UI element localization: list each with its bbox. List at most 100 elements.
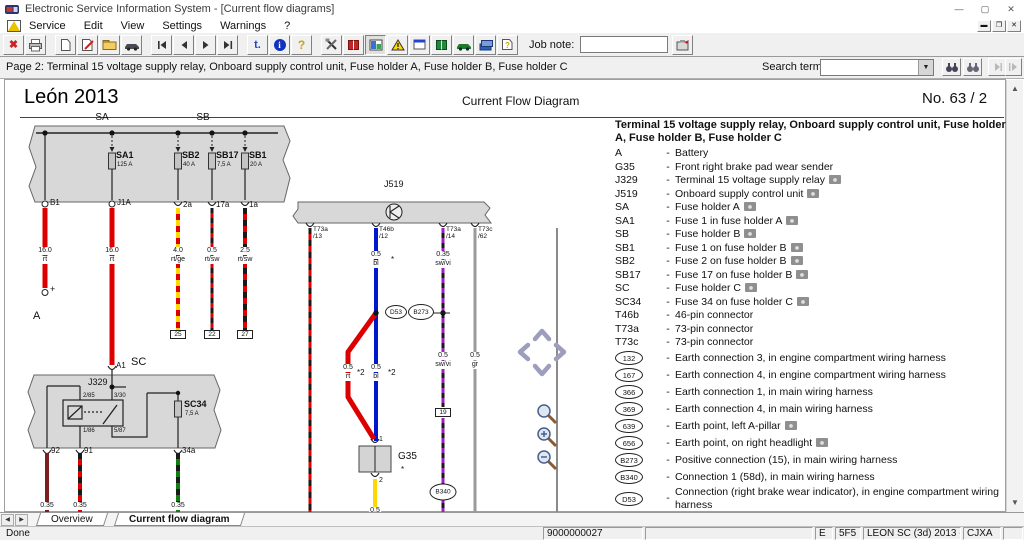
legend-desc-text: Fuse holder B <box>675 228 740 240</box>
legend-dash: - <box>661 269 675 282</box>
camera-icon[interactable] <box>796 270 808 279</box>
battery-plus: + <box>50 286 55 294</box>
legend-row: D53-Connection (right brake wear indicat… <box>615 486 1007 512</box>
legend-row: T73c-73-pin connector <box>615 336 1007 350</box>
zoom-controls[interactable] <box>538 405 556 469</box>
label-pin-1: 1 <box>379 436 383 444</box>
legend-term: SB <box>615 228 661 241</box>
legend-row: T73a-73-pin connector <box>615 323 1007 337</box>
label-connector: T73a <box>446 226 461 233</box>
earth-point-symbol: 656 <box>615 436 643 450</box>
wires-top <box>42 208 245 365</box>
label-j519: J519 <box>384 181 404 189</box>
camera-icon[interactable] <box>816 438 828 447</box>
legend-row: 656 -Earth point, on right headlight <box>615 435 1007 452</box>
legend-dash: - <box>661 296 675 309</box>
legend-desc: Fuse holder A <box>675 201 1007 214</box>
status-bar: Done 9000000027 E 5F5 LEON SC (3d) 2013 … <box>0 526 1024 540</box>
legend-desc: 46-pin connector <box>675 309 1007 322</box>
camera-icon[interactable] <box>797 297 809 306</box>
label-terminal-a1: A1 <box>116 362 126 370</box>
legend-dash: - <box>661 215 675 228</box>
legend-term: J329 <box>615 174 661 187</box>
legend-term: SB1 <box>615 242 661 255</box>
camera-icon[interactable] <box>785 421 797 430</box>
connection-symbol: D53 <box>615 492 643 506</box>
legend-desc-text: Fuse holder C <box>675 282 741 294</box>
camera-icon[interactable] <box>807 189 819 198</box>
label-connector-pin: /12 <box>379 233 388 240</box>
legend-desc-text: Earth point, left A-pillar <box>675 420 781 432</box>
legend-title: Terminal 15 voltage supply relay, Onboar… <box>615 119 1007 144</box>
legend-dash: - <box>661 255 675 268</box>
legend-dash: - <box>661 437 675 450</box>
pan-left-icon <box>520 345 528 359</box>
zoom-in-icon <box>538 428 556 446</box>
legend-desc: Fuse holder B <box>675 228 1007 241</box>
wires-bottom-left <box>47 453 178 512</box>
wire-size: 0.35 <box>435 251 451 259</box>
legend-dash: - <box>661 242 675 255</box>
camera-icon[interactable] <box>745 283 757 292</box>
legend-desc: Terminal 15 voltage supply relay <box>675 174 1007 187</box>
wire-size: 2.5 <box>239 247 251 255</box>
legend-row: SB17-Fuse 17 on fuse holder B <box>615 269 1007 283</box>
tab-scroll-right-icon[interactable]: ▶ <box>15 514 28 526</box>
camera-icon[interactable] <box>786 216 798 225</box>
legend-row: B340-Connection 1 (58d), in main wiring … <box>615 469 1007 486</box>
wire-size: 0.5 <box>370 251 382 259</box>
legend-desc: Fuse 17 on fuse holder B <box>675 269 1007 282</box>
legend-row: SB2-Fuse 2 on fuse holder B <box>615 255 1007 269</box>
legend-row: 366-Earth connection 1, in main wiring h… <box>615 384 1007 401</box>
tab-scroll-left-icon[interactable]: ◀ <box>1 514 14 526</box>
legend-desc: Fuse 1 on fuse holder B <box>675 242 1007 255</box>
pan-up-icon <box>535 331 549 339</box>
legend-row: 639-Earth point, left A-pillar <box>615 418 1007 435</box>
label-fuse-sc34-amp: 7,5 A <box>185 411 199 419</box>
connection-ref-d53: D53 <box>385 305 407 319</box>
status-empty-cell <box>645 527 813 540</box>
legend-desc: 73-pin connector <box>675 336 1007 349</box>
camera-icon[interactable] <box>829 175 841 184</box>
camera-icon[interactable] <box>791 243 803 252</box>
wire-ref-box: 22 <box>204 330 220 339</box>
legend-desc-text: Fuse holder A <box>675 201 740 213</box>
label-terminal-b1: B1 <box>50 199 60 207</box>
legend-row: SB-Fuse holder B <box>615 228 1007 242</box>
legend-term: A <box>615 147 661 160</box>
legend-desc: Connection 1 (58d), in main wiring harne… <box>675 471 1007 484</box>
earth-connection-symbol: 167 <box>615 368 643 382</box>
wire-size: 0.5 <box>342 364 354 372</box>
wire-note: *2 <box>357 369 365 377</box>
legend-dash: - <box>661 336 675 349</box>
legend-dash: - <box>661 471 675 484</box>
legend-term: SA <box>615 201 661 214</box>
wire-note: * <box>391 256 394 264</box>
legend-dash: - <box>661 403 675 416</box>
label-fuse-holder-sb: SB <box>196 114 209 122</box>
legend-dash: - <box>661 454 675 467</box>
label-fuse-holder-sa: SA <box>95 114 108 122</box>
earth-point-symbol: 639 <box>615 419 643 433</box>
control-unit-box-j519 <box>293 202 491 227</box>
camera-icon[interactable] <box>744 202 756 211</box>
wire-color: sw/vi <box>434 361 452 369</box>
wire-note: *2 <box>388 369 396 377</box>
legend-desc-text: Fuse 34 on fuse holder C <box>675 296 793 308</box>
label-fuse-sc34: SC34 <box>184 401 207 409</box>
legend-dash: - <box>661 161 675 174</box>
legend-desc: Earth point, on right headlight <box>675 437 1007 450</box>
legend-desc: Fuse 1 in fuse holder A <box>675 215 1007 228</box>
camera-icon[interactable] <box>744 229 756 238</box>
wire-color: rt <box>109 256 115 264</box>
wire-color: bl <box>372 260 379 268</box>
status-empty-cell <box>1003 527 1023 540</box>
legend-dash: - <box>661 174 675 187</box>
tab-overview[interactable]: Overview <box>36 513 108 526</box>
legend-term: SB2 <box>615 255 661 268</box>
legend-desc-text: Earth point, on right headlight <box>675 437 812 449</box>
wire-color: rt/sw <box>237 256 254 264</box>
camera-icon[interactable] <box>791 256 803 265</box>
tab-current-flow-diagram[interactable]: Current flow diagram <box>114 513 245 526</box>
pan-down-icon <box>535 366 549 374</box>
